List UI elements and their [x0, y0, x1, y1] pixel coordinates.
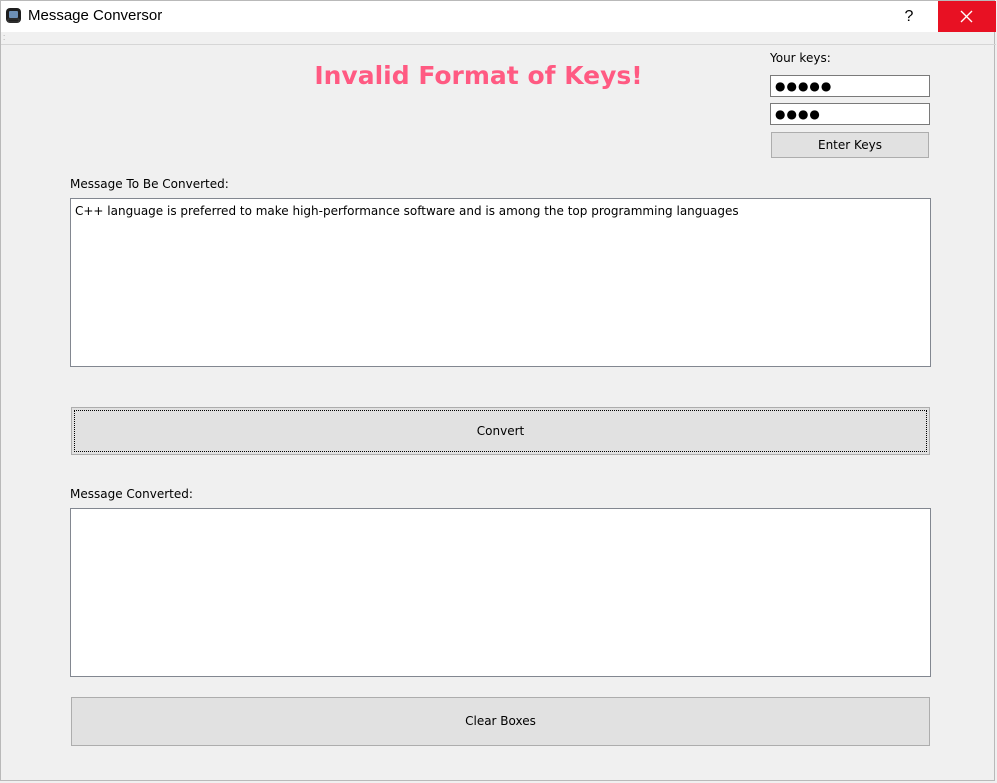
enter-keys-button[interactable]: Enter Keys: [771, 132, 929, 158]
keys-label: Your keys:: [770, 51, 831, 65]
toolbar-divider: [1, 44, 996, 45]
app-window: Message Conversor ? · · Invalid Format of…: [0, 0, 996, 781]
window-title: Message Conversor: [28, 7, 163, 24]
convert-button[interactable]: Convert: [71, 407, 930, 455]
focus-ring: [74, 410, 927, 452]
message-input[interactable]: C++ language is preferred to make high-p…: [70, 198, 931, 367]
title-bar: Message Conversor ?: [1, 1, 996, 32]
app-icon: [6, 8, 21, 23]
help-button[interactable]: ?: [881, 1, 937, 32]
close-button[interactable]: [938, 1, 996, 32]
key2-field[interactable]: ●●●●: [770, 103, 930, 125]
clear-boxes-button[interactable]: Clear Boxes: [71, 697, 930, 746]
message-output[interactable]: [70, 508, 931, 677]
close-icon: [960, 10, 973, 23]
output-label: Message Converted:: [70, 487, 193, 501]
input-label: Message To Be Converted:: [70, 177, 229, 191]
toolbar-grip: · ·: [3, 32, 6, 44]
key1-field[interactable]: ●●●●●: [770, 75, 930, 97]
